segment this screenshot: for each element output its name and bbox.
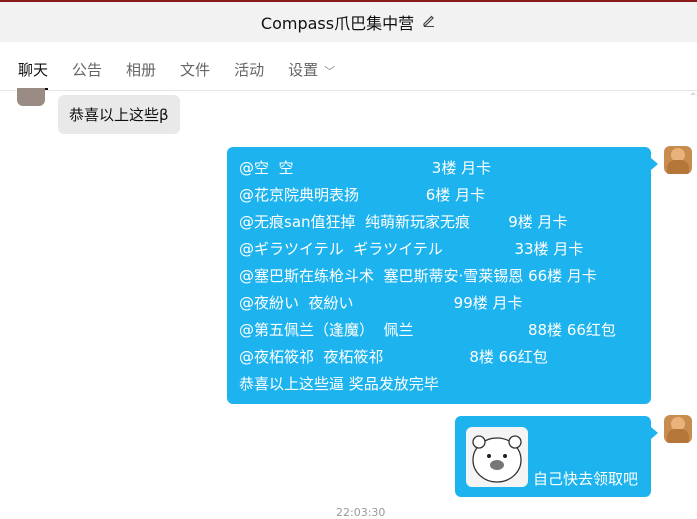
message-line: @夜柘筱祁 夜柘筱祁 8楼 66红包: [239, 348, 548, 366]
title-bar: Compass爪巴集中营: [0, 0, 697, 42]
scroll-edge-mark: ⌃: [689, 92, 697, 103]
incoming-message-bubble: 恭喜以上这些β: [58, 95, 180, 134]
avatar-body: [667, 429, 689, 443]
message-line: @无痕san值狂掉 纯萌新玩家无痕 9楼 月卡: [239, 213, 568, 231]
message-line: @夜紛い 夜紛い 99楼 月卡: [239, 294, 523, 312]
avatar[interactable]: [17, 88, 45, 106]
avatar[interactable]: [664, 415, 692, 443]
avatar-body: [667, 160, 689, 174]
message-line: @塞巴斯在练枪斗术 塞巴斯蒂安·雪莱锡恩 66楼 月卡: [239, 267, 597, 285]
tab-label: 公告: [72, 61, 103, 79]
bubble-tail: [651, 158, 658, 170]
tab-files[interactable]: 文件: [180, 59, 210, 90]
message-text: 自己快去领取吧: [533, 470, 639, 488]
pencil-icon[interactable]: [422, 13, 436, 31]
message-text: 恭喜以上这些β: [69, 106, 169, 124]
group-title: Compass爪巴集中营: [260, 14, 415, 33]
tab-label: 设置: [288, 61, 319, 79]
outgoing-message-bubble: @空 空 3楼 月卡 @花京院典明表扬 6楼 月卡 @无痕san值狂掉 纯萌新玩…: [227, 147, 651, 404]
tab-label: 相册: [126, 61, 157, 79]
tab-announcements[interactable]: 公告: [72, 59, 102, 90]
tab-label: 文件: [180, 61, 211, 79]
message-line: @ギラツイテル ギラツイテル 33楼 月卡: [239, 240, 584, 258]
tab-bar: 聊天 公告 相册 文件 活动 设置 ﹀: [0, 42, 697, 91]
tab-activities[interactable]: 活动: [234, 59, 264, 90]
outgoing-message-bubble: 自己快去领取吧: [455, 416, 651, 497]
tab-label: 聊天: [18, 61, 49, 79]
message-line: @花京院典明表扬 6楼 月卡: [239, 186, 486, 204]
chevron-down-icon: ﹀: [324, 65, 336, 78]
tab-settings[interactable]: 设置 ﹀: [288, 59, 335, 90]
message-line: 恭喜以上这些逼 奖品发放完毕: [239, 375, 439, 393]
message-line: @空 空 3楼 月卡: [239, 159, 492, 177]
sticker-image[interactable]: [466, 427, 528, 487]
avatar[interactable]: [664, 146, 692, 174]
bubble-tail: [651, 427, 658, 439]
tab-album[interactable]: 相册: [126, 59, 156, 90]
tab-chat[interactable]: 聊天: [18, 59, 49, 90]
message-line: @第五佩兰（逢魔） 佩兰 88楼 66红包: [239, 321, 616, 339]
timestamp: 22:03:30: [336, 506, 386, 519]
tab-label: 活动: [234, 61, 265, 79]
